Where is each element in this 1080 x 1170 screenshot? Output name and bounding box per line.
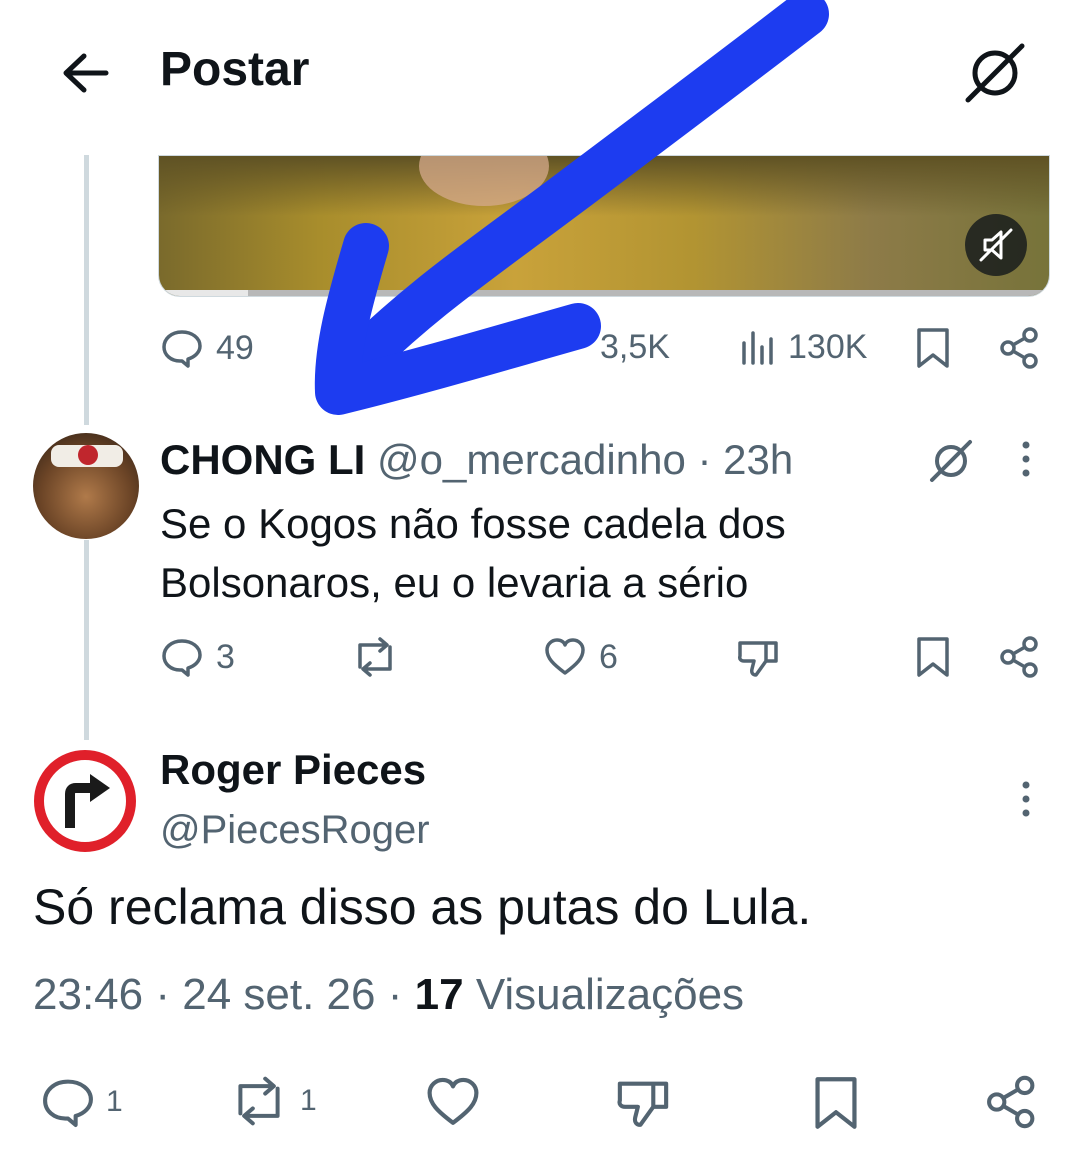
main-post-views-label: Visualizações (475, 970, 745, 1019)
main-post-name[interactable]: Roger Pieces (160, 746, 426, 794)
main-bookmark-button[interactable] (808, 1074, 864, 1132)
reply1-bookmark-button[interactable] (912, 635, 954, 679)
reply1-repost-button[interactable] (350, 637, 400, 677)
parent-bookmark-button[interactable] (912, 326, 954, 370)
reply1-share-button[interactable] (998, 635, 1042, 679)
reply1-grok-button[interactable] (926, 436, 976, 486)
reply-icon (162, 330, 202, 368)
main-share-button[interactable] (984, 1074, 1040, 1130)
video-player[interactable] (158, 155, 1050, 297)
heart-icon (545, 638, 585, 675)
parent-views-stat[interactable]: 130K (740, 328, 867, 367)
turn-right-sign-icon (34, 750, 136, 852)
reply1-header: CHONG LI @o_mercadinho · 23h (160, 436, 793, 484)
video-shadow (159, 156, 1049, 216)
back-button[interactable] (58, 48, 114, 98)
more-vertical-icon (1022, 441, 1030, 477)
thread-line-top (84, 155, 89, 425)
thumbs-down-icon (617, 1081, 669, 1127)
reply1-like-stat[interactable]: 6 (543, 637, 618, 677)
parent-share-button[interactable] (998, 326, 1042, 370)
reply1-more-button[interactable] (1014, 440, 1038, 480)
parent-reply-count: 49 (216, 328, 254, 367)
repost-icon (358, 637, 392, 677)
page-title: Postar (160, 43, 310, 96)
reply1-reply-count: 3 (216, 637, 235, 676)
main-post-text: Só reclama disso as putas do Lula. (33, 879, 812, 935)
meta-dot: · (387, 970, 403, 1019)
reply-icon (162, 639, 202, 677)
main-repost-count: 1 (300, 1084, 317, 1117)
parent-like-count: 3,5K (600, 328, 670, 366)
mute-button[interactable] (965, 214, 1027, 276)
avatar[interactable] (33, 433, 139, 539)
thread-line-bottom (84, 540, 89, 740)
reply1-text: Se o Kogos não fosse cadela dos Bolsonar… (160, 494, 786, 612)
main-like-button[interactable] (424, 1076, 482, 1128)
parent-reply-stat[interactable]: 49 (160, 328, 254, 368)
meta-dot: · (155, 970, 170, 1019)
main-avatar[interactable] (32, 748, 138, 854)
video-progress-bar (159, 290, 1049, 296)
more-vertical-icon (1022, 781, 1030, 817)
main-post-views-count: 17 (414, 970, 464, 1019)
arrow-left-icon (63, 53, 109, 93)
thumbs-down-icon (738, 641, 778, 677)
grok-icon (930, 440, 972, 482)
bookmark-icon (917, 328, 949, 368)
avatar-headband-emblem (78, 445, 98, 465)
reply1-name[interactable]: CHONG LI (160, 436, 365, 483)
main-post-meta: 23:46 · 24 set. 26 · 17 Visualizações (33, 970, 744, 1020)
bookmark-icon (815, 1077, 857, 1129)
mute-icon (979, 228, 1013, 262)
main-post-date[interactable]: 24 set. 26 (182, 970, 375, 1019)
reply1-text-line1: Se o Kogos não fosse cadela dos (160, 500, 786, 547)
main-reply-stat[interactable]: 1 (40, 1076, 123, 1128)
main-post-more-button[interactable] (1014, 780, 1038, 820)
share-icon (1000, 636, 1038, 678)
reply-icon (43, 1079, 93, 1127)
bookmark-icon (917, 637, 949, 677)
reply1-handle[interactable]: @o_mercadinho (377, 436, 686, 483)
grok-button[interactable] (960, 40, 1030, 106)
main-post-handle[interactable]: @PiecesRoger (160, 808, 430, 853)
main-reply-count: 1 (106, 1085, 123, 1118)
repost-icon (238, 1076, 280, 1126)
views-icon (742, 330, 773, 365)
share-icon (987, 1075, 1035, 1129)
grok-icon (965, 43, 1025, 103)
parent-like-stat[interactable]: 3,5K (600, 328, 670, 367)
reply1-reply-stat[interactable]: 3 (160, 637, 235, 677)
reply1-separator: · (697, 436, 712, 483)
reply1-text-line2: Bolsonaros, eu o levaria a sério (160, 559, 749, 606)
reply1-dislike-button[interactable] (736, 637, 780, 679)
reply1-time[interactable]: 23h (723, 436, 793, 483)
heart-icon (427, 1077, 479, 1125)
main-post-time[interactable]: 23:46 (33, 970, 143, 1019)
reply1-like-count: 6 (599, 637, 618, 676)
main-repost-stat[interactable]: 1 (228, 1076, 317, 1126)
parent-views-count: 130K (788, 328, 868, 366)
main-dislike-button[interactable] (614, 1076, 672, 1130)
share-icon (1000, 327, 1038, 369)
